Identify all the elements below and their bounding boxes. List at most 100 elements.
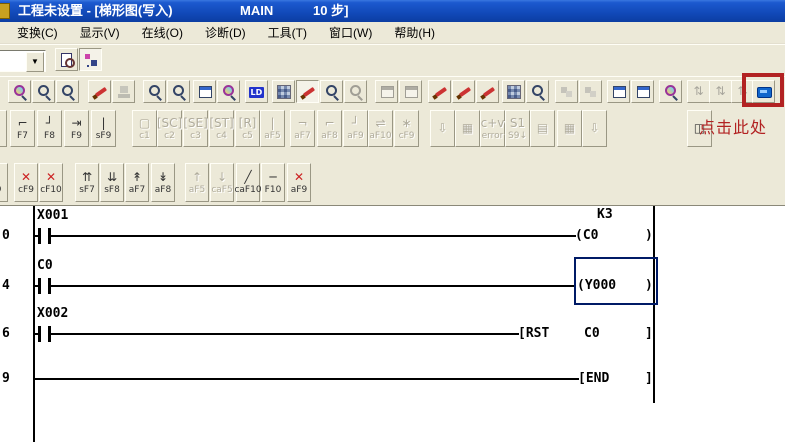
- delete-af9-button[interactable]: ✕aF9: [287, 163, 311, 202]
- menu-convert[interactable]: 变换(C): [6, 22, 69, 43]
- sfc-af8-button[interactable]: ⌐aF8: [317, 110, 342, 147]
- device-monitor-button[interactable]: [752, 80, 775, 103]
- pencil-icon: [432, 84, 448, 100]
- sfc-device-down-button[interactable]: ⇩: [582, 110, 607, 147]
- sfc-af10-button[interactable]: ⇌aF10: [368, 110, 393, 147]
- window-split-1-button[interactable]: [607, 80, 630, 103]
- sfc-c5-icon: [R]: [239, 117, 257, 131]
- invert-caf10-button[interactable]: ╱caF10: [236, 163, 260, 202]
- instruction-label[interactable]: [RST: [518, 326, 549, 341]
- insert-row-button[interactable]: [687, 80, 710, 103]
- program-check-button[interactable]: [502, 80, 525, 103]
- monitor-mode-button[interactable]: [112, 80, 135, 103]
- zoom-in-button[interactable]: [167, 80, 190, 103]
- win-icon: [611, 84, 627, 100]
- sfc-sf9-button[interactable]: |sF9: [91, 110, 116, 147]
- hline-f10-button[interactable]: ─F10: [261, 163, 285, 202]
- fall-caf5-button[interactable]: ↓caF5: [210, 163, 234, 202]
- pulse-open-sf7-button[interactable]: ⇈sF7: [75, 163, 99, 202]
- zoom-out-button[interactable]: [143, 80, 166, 103]
- ladder-write-button[interactable]: [296, 80, 319, 103]
- instruction-label[interactable]: [END: [578, 371, 609, 386]
- coil-label[interactable]: (C0: [575, 228, 598, 243]
- menu-view[interactable]: 显示(V): [69, 22, 131, 43]
- window-split-2-button[interactable]: [631, 80, 654, 103]
- chevron-down-icon[interactable]: ▼: [26, 52, 44, 72]
- window-switch-button[interactable]: [193, 80, 216, 103]
- menu-tools[interactable]: 工具(T): [257, 22, 318, 43]
- vline-delete-cf9-button[interactable]: ✕cF9: [14, 163, 38, 202]
- find-device-button[interactable]: [8, 80, 31, 103]
- pulse-close-af8-button[interactable]: ↡aF8: [151, 163, 175, 202]
- delete-row-button[interactable]: [709, 80, 732, 103]
- sfc-c1-icon: ▢: [139, 117, 150, 131]
- sfc-f7-button[interactable]: ⌐F7: [10, 110, 35, 147]
- sfc-f9-button[interactable]: ⇥F9: [64, 110, 89, 147]
- statement-display-button[interactable]: [399, 80, 422, 103]
- sfc-block-list-button[interactable]: ▤: [530, 110, 555, 147]
- sfc-f5-button[interactable]: ⊢F5: [0, 110, 7, 147]
- fkey-label: aF7: [294, 131, 310, 141]
- device-test-button[interactable]: [428, 80, 451, 103]
- sfc-af7-button[interactable]: ¬aF7: [290, 110, 315, 147]
- pencil-icon: [480, 84, 496, 100]
- device-batch-button[interactable]: [452, 80, 475, 103]
- sfc-step-jump-button[interactable]: S1S9↓: [505, 110, 530, 147]
- sfc-block-copy-button[interactable]: ▦: [455, 110, 480, 147]
- insert-column-button[interactable]: [731, 80, 754, 103]
- buffer-memory-batch-button[interactable]: [476, 80, 499, 103]
- sfc-cf9-button[interactable]: ∗cF9: [394, 110, 419, 147]
- sfc-block-error-button[interactable]: c+verror: [480, 110, 505, 147]
- contact-bar[interactable]: [38, 326, 41, 342]
- fkey-label: c3: [190, 131, 201, 141]
- coil-label[interactable]: (Y000: [577, 278, 616, 293]
- annotation-text: 点击此处: [699, 114, 767, 138]
- find-instruction-button[interactable]: [32, 80, 55, 103]
- find-string-button[interactable]: [56, 80, 79, 103]
- pulse-open-af7-button[interactable]: ↟aF7: [125, 163, 149, 202]
- sfc-cf9-icon: ∗: [401, 117, 411, 131]
- sfc-af5-button[interactable]: |aF5: [260, 110, 285, 147]
- rise-af5-button[interactable]: ↑aF5: [185, 163, 209, 202]
- fkey-label: F10: [265, 185, 282, 195]
- sfc-c4-button[interactable]: [ST]c4: [209, 110, 234, 147]
- vline-f9-button[interactable]: |F9: [0, 163, 8, 202]
- ladder-find-button[interactable]: [320, 80, 343, 103]
- ladder-symbol-view-button[interactable]: [272, 80, 295, 103]
- scan-time-monitor-button[interactable]: [526, 80, 549, 103]
- sfc-c2-button[interactable]: [SC]c2: [157, 110, 182, 147]
- line-delete-cf10-button[interactable]: ✕cF10: [39, 163, 63, 202]
- program-select-combo[interactable]: ▼: [0, 50, 46, 72]
- ladder-find-next-button[interactable]: [344, 80, 367, 103]
- contact-bar[interactable]: [38, 278, 41, 294]
- menu-help[interactable]: 帮助(H): [383, 22, 446, 43]
- contact-bar[interactable]: [38, 228, 41, 244]
- window-overlap-button[interactable]: [217, 80, 240, 103]
- fkey-label: aF9: [347, 131, 363, 141]
- sfc-c3-button[interactable]: [SE]c3: [183, 110, 208, 147]
- menu-window[interactable]: 窗口(W): [318, 22, 383, 43]
- verify-project-button[interactable]: [55, 48, 78, 71]
- grid-icon: [507, 85, 521, 99]
- comment-balloon-button[interactable]: [375, 80, 398, 103]
- project-data-list-button[interactable]: [79, 48, 102, 71]
- pencil-icon: [92, 84, 108, 100]
- entry-monitor-button[interactable]: [659, 80, 682, 103]
- sfc-f9-icon: ⇥: [71, 117, 81, 131]
- sfc-af9-button[interactable]: ┘aF9: [343, 110, 368, 147]
- ladder-editor-canvas[interactable]: 0 X001 K3 (C0 ) 4 C0 (Y000 ) 6 X002 [RST…: [0, 205, 785, 442]
- sfc-c5-button[interactable]: [R]c5: [235, 110, 260, 147]
- menu-diagnostics[interactable]: 诊断(D): [194, 22, 257, 43]
- sfc-f8-button[interactable]: ┘F8: [37, 110, 62, 147]
- block-down-button[interactable]: [579, 80, 602, 103]
- pulse-close-sf8-button[interactable]: ⇊sF8: [100, 163, 124, 202]
- block-up-button[interactable]: [555, 80, 578, 103]
- sfc-block-down-button[interactable]: ⇩: [430, 110, 455, 147]
- write-mode-button[interactable]: [88, 80, 111, 103]
- fall-caf5-icon: ↓: [217, 171, 227, 185]
- sfc-block-grid-button[interactable]: ▦: [557, 110, 582, 147]
- sfc-c1-button[interactable]: ▢c1: [132, 110, 157, 147]
- ladder-logic-test-button[interactable]: [245, 80, 268, 103]
- menu-online[interactable]: 在线(O): [131, 22, 194, 43]
- sfc-block-copy-icon: ▦: [462, 122, 473, 136]
